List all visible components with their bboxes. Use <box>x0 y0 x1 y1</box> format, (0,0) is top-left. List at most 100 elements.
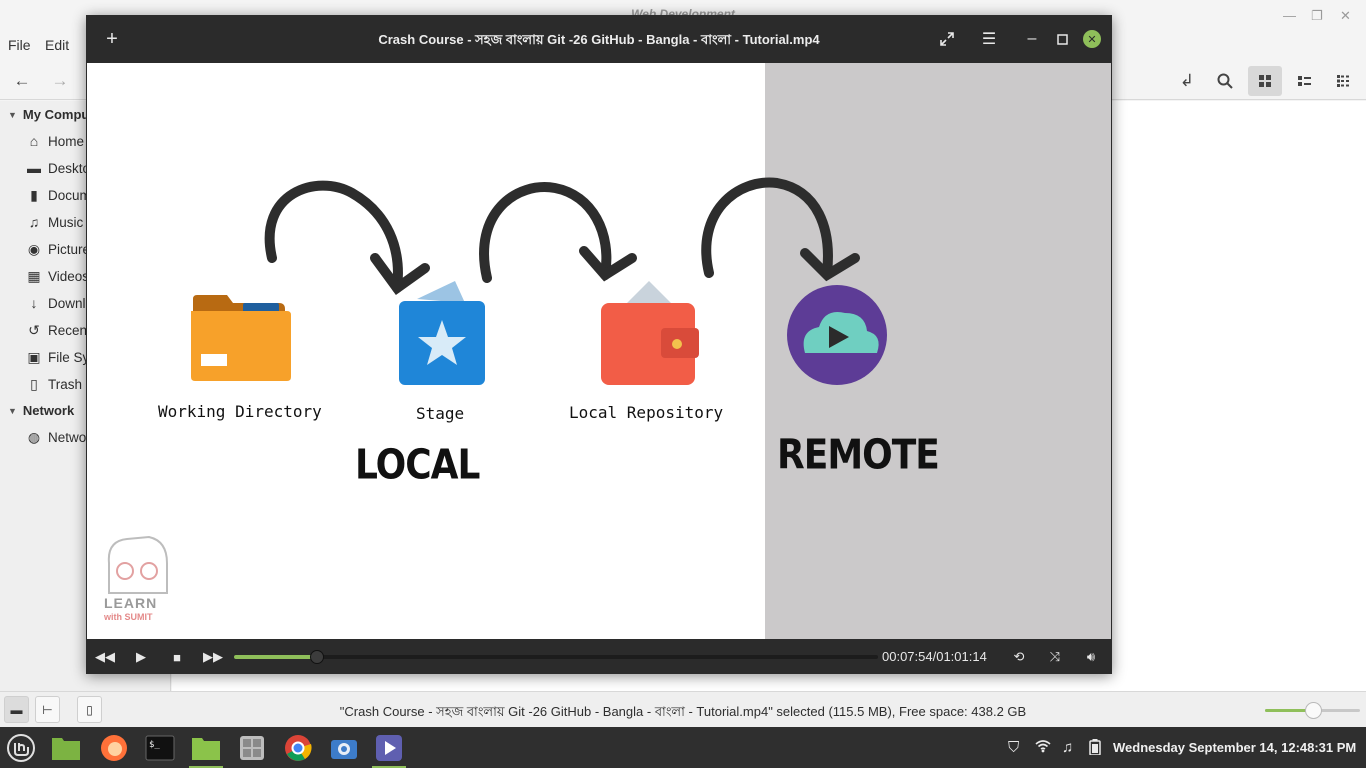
icon-view-button[interactable] <box>1248 66 1282 96</box>
player-minimize-button[interactable]: – <box>1020 28 1044 50</box>
seek-bar[interactable] <box>234 650 878 664</box>
restore-icon[interactable]: ❐ <box>1311 8 1323 24</box>
player-titlebar: + Crash Course - সহজ বাংলায় Git -26 Git… <box>86 15 1112 63</box>
shuffle-button[interactable]: ⤨ <box>1044 648 1066 666</box>
remote-label: REMOTE <box>777 431 940 480</box>
back-button[interactable]: ← <box>5 66 39 96</box>
recent-icon: ↺ <box>28 322 40 338</box>
taskbar-firefox[interactable] <box>97 731 131 765</box>
fast-forward-button[interactable]: ▶▶ <box>202 648 224 666</box>
menu-file[interactable]: File <box>8 37 31 53</box>
playback-time: 00:07:54/01:01:14 <box>882 649 987 664</box>
video-frame[interactable]: Working Directory Stage Local Repository… <box>87 63 1111 639</box>
compact-icon <box>1337 75 1349 87</box>
film-icon: ▦ <box>27 268 41 284</box>
terminal-icon: $_ <box>145 735 175 761</box>
status-text: "Crash Course - সহজ বাংলায় Git -26 GitH… <box>339 704 1027 719</box>
forward-button[interactable]: → <box>43 66 77 96</box>
local-repository-label: Local Repository <box>569 403 724 422</box>
list-view-button[interactable] <box>1287 66 1321 96</box>
play-button[interactable]: ▶ <box>130 648 152 666</box>
volume-icon: 🔊︎ <box>1086 649 1096 664</box>
folder-icon <box>52 738 80 760</box>
shuffle-icon: ⤨ <box>1049 649 1061 664</box>
compact-view-button[interactable] <box>1326 66 1360 96</box>
home-icon: ⌂ <box>29 133 39 149</box>
video-player-window: + Crash Course - সহজ বাংলায় Git -26 Git… <box>86 15 1112 674</box>
minimize-icon: – <box>1027 30 1037 47</box>
fullscreen-icon <box>940 32 954 46</box>
stop-button[interactable]: ■ <box>166 648 188 666</box>
document-icon: ▮ <box>30 187 38 203</box>
menu-edit[interactable]: Edit <box>45 37 69 53</box>
music-icon: ♫ <box>28 214 40 230</box>
mint-logo-icon <box>7 734 35 762</box>
folder-icon <box>192 738 220 760</box>
folder-icon <box>191 295 291 381</box>
zoom-slider[interactable] <box>1265 702 1360 719</box>
chrome-icon <box>285 735 312 761</box>
close-icon[interactable]: ✕ <box>1340 8 1351 24</box>
arrow-2 <box>479 182 637 283</box>
taskbar-chrome[interactable] <box>281 731 315 765</box>
search-icon <box>1217 73 1233 89</box>
working-directory-label: Working Directory <box>158 402 322 421</box>
play-icon: ▶ <box>136 649 146 664</box>
toggle-location-button[interactable]: ↲ <box>1170 66 1204 96</box>
fullscreen-button[interactable] <box>935 28 959 50</box>
rewind-button[interactable]: ◀◀ <box>94 648 116 666</box>
arrow-left-icon: ← <box>13 71 31 90</box>
triangle-down-icon: ▼ <box>8 109 17 120</box>
player-maximize-button[interactable] <box>1050 28 1074 50</box>
arrow-3 <box>701 177 860 282</box>
player-controls: ◀◀ ▶ ■ ▶▶ 00:07:54/01:01:14 ⟲ ⤨ 🔊︎ <box>86 639 1112 674</box>
shield-icon[interactable]: ⛉ <box>1008 739 1019 756</box>
clock[interactable]: Wednesday September 14, 12:48:31 PM <box>1113 740 1356 755</box>
drive-icon: ▣ <box>27 349 41 365</box>
taskbar-files-active[interactable] <box>189 731 223 768</box>
minimize-icon[interactable]: — <box>1283 8 1296 23</box>
hamburger-icon: ☰ <box>981 31 997 48</box>
menu-button[interactable]: ☰ <box>977 28 1001 50</box>
arrow-right-icon: → <box>51 71 69 90</box>
sidebar-item-home[interactable]: ⌂ Home <box>26 133 84 149</box>
grid-icon <box>1259 75 1271 87</box>
taskbar: $_ ⛉ ♫ Wednesday September 14, 12:48:31 … <box>0 727 1366 768</box>
battery-icon[interactable] <box>1089 739 1101 759</box>
seek-bar-knob[interactable] <box>310 650 325 664</box>
taskbar-files[interactable] <box>49 731 83 765</box>
repeat-button[interactable]: ⟲ <box>1008 648 1030 666</box>
taskbar-terminal[interactable]: $_ <box>143 731 177 765</box>
arrow-1 <box>264 180 430 295</box>
list-icon <box>1298 76 1311 86</box>
desktop-icon: ▬ <box>27 160 41 176</box>
sidebar-item-videos[interactable]: ▦ Videos <box>26 268 89 285</box>
volume-button[interactable]: 🔊︎ <box>1080 648 1102 666</box>
sound-icon[interactable]: ♫ <box>1062 739 1073 756</box>
zoom-slider-knob[interactable] <box>1304 702 1322 719</box>
taskbar-calculator[interactable] <box>235 731 269 765</box>
sidebar-header-network[interactable]: ▼ Network <box>8 403 74 418</box>
learn-with-sumit-logo <box>107 535 168 594</box>
watermark-line2: with SUMIT <box>104 612 153 622</box>
player-close-button[interactable]: ✕ <box>1083 30 1101 48</box>
stage-label: Stage <box>416 404 465 423</box>
search-button[interactable] <box>1208 66 1242 96</box>
repeat-icon: ⟲ <box>1013 649 1025 664</box>
close-icon: ✕ <box>1087 33 1097 46</box>
sidebar-item-trash[interactable]: ▯ Trash <box>26 376 82 393</box>
sidebar-item-music[interactable]: ♫ Music <box>26 214 84 230</box>
mint-menu-button[interactable] <box>4 731 38 765</box>
firefox-icon <box>101 735 127 761</box>
camera-icon <box>331 740 357 759</box>
sidebar-item-recent[interactable]: ↺ Recent <box>26 322 91 339</box>
video-player-icon <box>376 735 402 761</box>
taskbar-video-player[interactable] <box>372 731 406 768</box>
wifi-icon[interactable] <box>1035 739 1051 757</box>
triangle-down-icon: ▼ <box>8 405 17 416</box>
taskbar-screenshot[interactable] <box>327 731 361 765</box>
stop-icon: ■ <box>173 649 181 665</box>
download-icon: ↓ <box>30 295 38 311</box>
local-label: LOCAL <box>355 441 480 490</box>
camera-icon: ◉ <box>27 241 41 257</box>
